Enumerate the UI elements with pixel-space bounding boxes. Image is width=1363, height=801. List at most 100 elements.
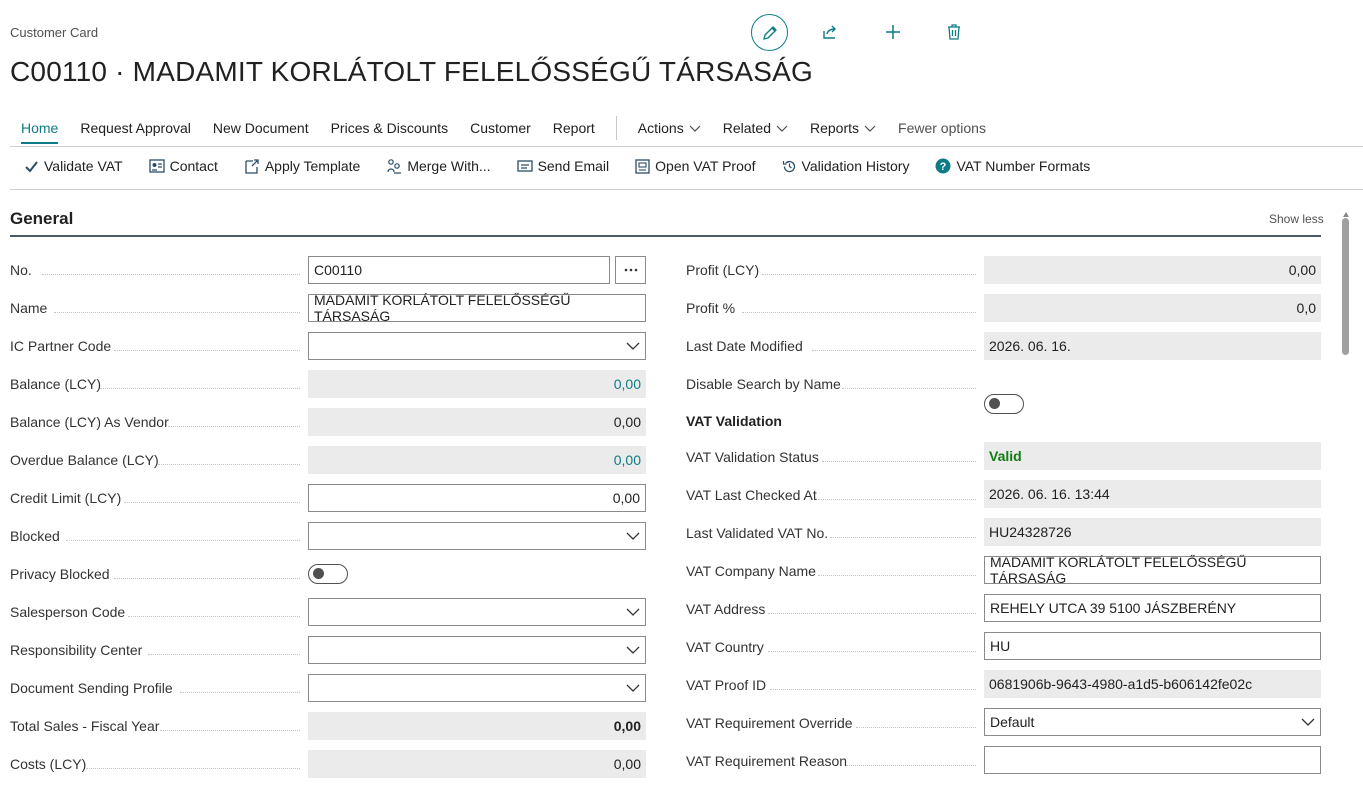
delete-button[interactable]	[936, 14, 972, 50]
new-button[interactable]	[875, 14, 911, 50]
field-label-vat-requirement-reason: VAT Requirement Reason	[686, 753, 848, 769]
validate-vat-label: Validate VAT	[44, 158, 123, 174]
action-menu: Home Request Approval New Document Price…	[10, 116, 997, 144]
leader-dots	[742, 312, 976, 313]
edit-button[interactable]	[751, 14, 788, 51]
leader-dots	[822, 461, 976, 462]
vat-requirement-reason-field[interactable]	[984, 746, 1321, 774]
scrollbar-thumb[interactable]	[1342, 218, 1349, 355]
vat-country-field[interactable]: HU	[984, 632, 1321, 660]
menu-reports-label: Reports	[809, 120, 860, 136]
divider	[10, 189, 1363, 190]
tab-prices-discounts[interactable]: Prices & Discounts	[331, 120, 448, 136]
total-sales-value: 0,00	[308, 712, 646, 740]
leader-dots	[114, 350, 300, 351]
vat-number-formats-button[interactable]: ? VAT Number Formats	[935, 158, 1090, 174]
open-vat-proof-button[interactable]: Open VAT Proof	[635, 158, 756, 174]
toolbar: Validate VAT Contact Apply Template Merg…	[10, 158, 1116, 174]
new-icon	[886, 25, 900, 39]
document-sending-profile-select[interactable]	[308, 674, 646, 702]
vat-requirement-override-select[interactable]: Default	[984, 708, 1321, 736]
field-label-vat-company-name: VAT Company Name	[686, 563, 816, 579]
chevron-down-icon	[776, 125, 788, 133]
field-label-document-sending-profile: Document Sending Profile	[10, 680, 173, 696]
balance-lcy-value[interactable]: 0,00	[308, 370, 646, 398]
leader-dots	[168, 426, 300, 427]
delete-icon	[948, 24, 960, 40]
chevron-down-icon	[864, 125, 876, 133]
field-label-costs-lcy: Costs (LCY)	[10, 756, 87, 772]
leader-dots	[114, 578, 300, 579]
field-label-disable-search: Disable Search by Name	[686, 376, 841, 392]
apply-template-button[interactable]: Apply Template	[244, 158, 360, 174]
divider	[10, 146, 1363, 147]
credit-limit-field[interactable]: 0,00	[308, 484, 646, 512]
field-label-name: Name	[10, 300, 48, 316]
tab-customer[interactable]: Customer	[470, 120, 531, 136]
name-field[interactable]: MADAMIT KORLÁTOLT FELELŐSSÉGŰ TÁRSASÁG	[308, 292, 646, 324]
tab-home[interactable]: Home	[21, 120, 59, 144]
field-label-profit-lcy: Profit (LCY)	[686, 262, 760, 278]
tab-new-document[interactable]: New Document	[213, 120, 309, 136]
section-underline	[10, 235, 1321, 237]
leader-dots	[856, 727, 976, 728]
tab-request-approval[interactable]: Request Approval	[80, 120, 191, 136]
salesperson-code-select[interactable]	[308, 598, 646, 626]
vat-proof-id-value: 0681906b-9643-4980-a1d5-b606142fe02c	[984, 670, 1321, 698]
menu-actions[interactable]: Actions	[638, 120, 701, 136]
vat-company-name-field[interactable]: MADAMIT KORLÁTOLT FELELŐSSÉGŰ TÁRSASÁG	[984, 554, 1321, 586]
merge-with-button[interactable]: Merge With...	[386, 158, 491, 174]
field-label-balance-lcy: Balance (LCY)	[10, 376, 102, 392]
field-label-vat-address: VAT Address	[686, 601, 766, 617]
apply-template-icon	[245, 159, 259, 174]
field-label-responsibility-center: Responsibility Center	[10, 642, 143, 658]
merge-with-label: Merge With...	[407, 158, 491, 174]
costs-lcy-value: 0,00	[308, 750, 646, 778]
validation-history-button[interactable]: Validation History	[782, 158, 909, 174]
section-title: General	[10, 209, 74, 228]
leader-dots	[770, 689, 976, 690]
menu-related[interactable]: Related	[723, 120, 788, 136]
field-label-total-sales: Total Sales - Fiscal Year	[10, 718, 160, 734]
vat-requirement-override-value: Default	[990, 714, 1035, 730]
field-label-salesperson-code: Salesperson Code	[10, 604, 126, 620]
menu-separator	[615, 116, 617, 140]
responsibility-center-select[interactable]	[308, 636, 646, 664]
field-label-vat-proof-id: VAT Proof ID	[686, 677, 767, 693]
field-label-no: No.	[10, 262, 32, 278]
menu-related-label: Related	[722, 120, 771, 136]
vat-address-field[interactable]: REHELY UTCA 39 5100 JÁSZBERÉNY	[984, 594, 1321, 622]
no-lookup-button[interactable]	[615, 256, 646, 284]
tab-report[interactable]: Report	[553, 120, 595, 136]
chevron-down-icon	[626, 342, 640, 350]
vat-validation-status-value: Valid	[984, 442, 1321, 470]
no-field[interactable]: C00110	[308, 256, 610, 284]
leader-dots	[768, 651, 976, 652]
disable-search-toggle[interactable]	[984, 394, 1024, 414]
leader-dots	[762, 274, 976, 275]
ellipsis-icon	[624, 268, 637, 272]
breadcrumb: Customer Card	[10, 25, 99, 40]
ic-partner-code-select[interactable]	[308, 332, 646, 360]
privacy-blocked-toggle[interactable]	[308, 564, 348, 584]
blocked-select[interactable]	[308, 522, 646, 550]
fewer-options-button[interactable]: Fewer options	[898, 120, 986, 136]
scroll-up-arrow[interactable]	[1343, 204, 1349, 217]
send-email-label: Send Email	[537, 158, 610, 174]
contact-button[interactable]: Contact	[148, 158, 218, 174]
leader-dots	[842, 388, 976, 389]
checkmark-icon	[25, 160, 38, 173]
chevron-down-icon	[626, 684, 640, 692]
leader-dots	[124, 502, 300, 503]
menu-reports[interactable]: Reports	[810, 120, 876, 136]
chevron-down-icon	[626, 608, 640, 616]
send-email-button[interactable]: Send Email	[516, 158, 610, 174]
share-button[interactable]	[812, 14, 848, 50]
last-date-modified-value: 2026. 06. 16.	[984, 332, 1321, 360]
overdue-balance-value[interactable]: 0,00	[308, 446, 646, 474]
show-less-button[interactable]: Show less	[1269, 212, 1324, 226]
field-label-overdue-balance: Overdue Balance (LCY)	[10, 452, 159, 468]
merge-icon	[387, 159, 402, 174]
field-label-last-date-modified: Last Date Modified	[686, 338, 803, 354]
validate-vat-button[interactable]: Validate VAT	[24, 158, 123, 174]
